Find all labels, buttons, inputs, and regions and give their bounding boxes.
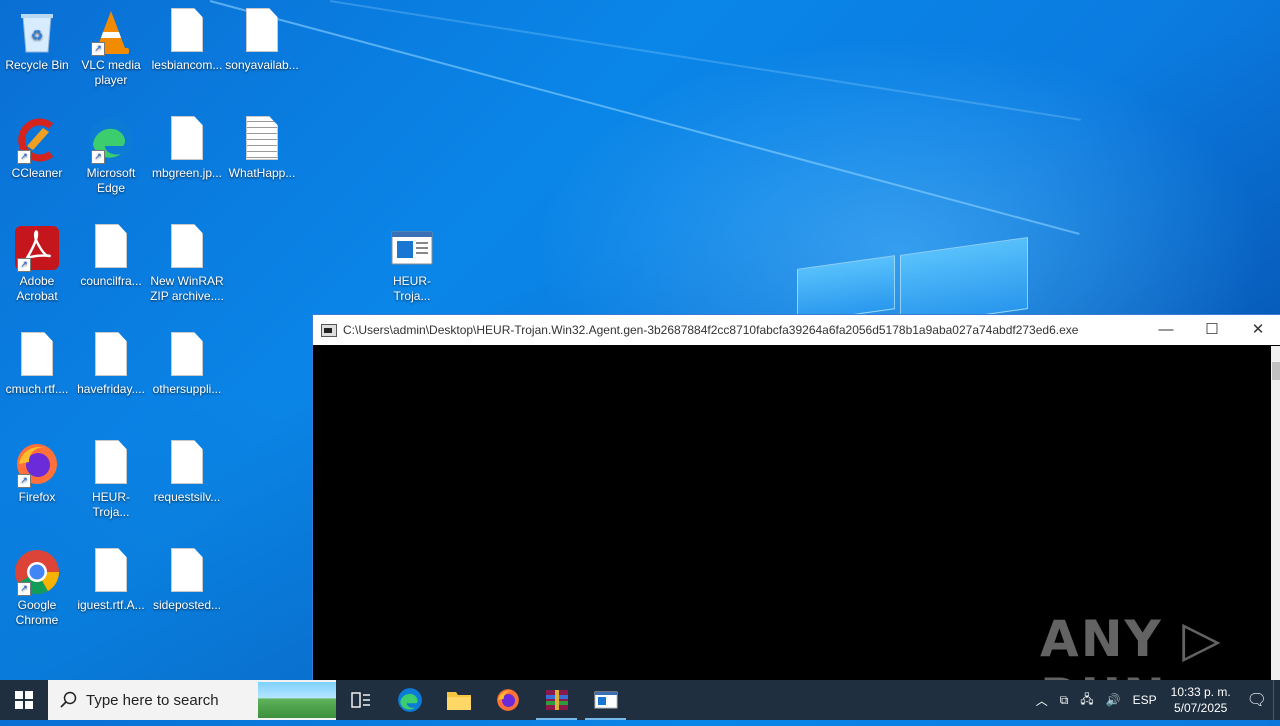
document-icon (13, 332, 61, 380)
search-placeholder: Type here to search (86, 691, 219, 709)
recycle-bin-icon: ♻ (13, 8, 61, 56)
scrollbar-thumb[interactable] (1272, 362, 1280, 380)
search-highlight-image (258, 682, 336, 718)
desktop-icon-file[interactable]: HEUR-Troja... (74, 438, 148, 520)
clock-date: 5/07/2025 (1173, 701, 1228, 715)
desktop-icon-firefox[interactable]: ↗ Firefox (0, 438, 74, 505)
taskbar-firefox-button[interactable] (483, 680, 532, 720)
desktop-icon-file[interactable]: sonyavailab... (225, 6, 299, 73)
desktop-icon-vlc[interactable]: ↗ VLC media player (74, 6, 148, 88)
show-desktop-button[interactable] (1273, 680, 1280, 720)
console-app-icon (321, 323, 337, 337)
desktop-icon-file[interactable]: cmuch.rtf.... (0, 330, 74, 397)
vlc-cone-icon: ↗ (87, 8, 135, 56)
minimize-button[interactable]: — (1143, 315, 1189, 345)
search-icon (60, 691, 77, 708)
application-window-icon (388, 224, 436, 272)
volume-icon[interactable]: 🔊 (1106, 693, 1121, 707)
document-icon (87, 548, 135, 596)
desktop-icon-file[interactable]: New WinRAR ZIP archive.... (150, 222, 224, 304)
desktop-icon-file[interactable]: requestsilv... (150, 438, 224, 505)
task-view-icon (350, 692, 370, 708)
document-icon (163, 332, 211, 380)
maximize-button[interactable]: ☐ (1189, 315, 1235, 345)
desktop-icon-adobe-acrobat[interactable]: ↗ Adobe Acrobat (0, 222, 74, 304)
desktop-icon-microsoft-edge[interactable]: ↗ Microsoft Edge (74, 114, 148, 196)
document-icon (163, 440, 211, 488)
folder-icon (446, 692, 471, 710)
desktop-icon-file[interactable]: mbgreen.jp... (150, 114, 224, 181)
winrar-icon (545, 690, 568, 710)
edge-icon (397, 688, 422, 712)
document-icon (163, 224, 211, 272)
text-document-icon (238, 116, 286, 164)
desktop-icon-executable[interactable]: HEUR-Troja... (375, 222, 449, 304)
edge-icon: ↗ (87, 116, 135, 164)
shortcut-arrow-icon: ↗ (17, 150, 31, 164)
application-window-icon (594, 691, 617, 709)
shortcut-arrow-icon: ↗ (17, 474, 31, 488)
taskbar-edge-button[interactable] (385, 680, 434, 720)
taskbar-console-button[interactable] (581, 680, 630, 720)
desktop-icon-file[interactable]: othersuppli... (150, 330, 224, 397)
network-icon[interactable]: 🖧 (1080, 690, 1093, 711)
taskbar-clock[interactable]: 10:33 p. m. 5/07/2025 (1171, 684, 1231, 716)
svg-text:♻: ♻ (31, 27, 44, 43)
document-icon (163, 116, 211, 164)
desktop-icon-recycle-bin[interactable]: ♻ Recycle Bin (0, 6, 74, 73)
start-button[interactable] (0, 680, 48, 720)
show-hidden-icons-chevron-icon[interactable]: ︿ (1036, 692, 1048, 709)
firefox-icon (496, 689, 519, 711)
document-icon (163, 8, 211, 56)
taskbar-file-explorer-button[interactable] (434, 680, 483, 720)
meet-now-icon[interactable]: ⧉ (1060, 693, 1069, 708)
document-icon (163, 548, 211, 596)
firefox-icon: ↗ (13, 440, 61, 488)
document-icon (87, 332, 135, 380)
task-view-button[interactable] (336, 680, 385, 720)
document-icon (87, 224, 135, 272)
desktop-icon-file[interactable]: havefriday.... (74, 330, 148, 397)
document-icon (238, 8, 286, 56)
taskbar: Type here to search ︿ ⧉ 🖧 🔊 ESP 10:33 p.… (0, 680, 1280, 720)
close-button[interactable]: ✕ (1235, 315, 1280, 345)
desktop-icon-file[interactable]: lesbiancom... (150, 6, 224, 73)
console-titlebar[interactable]: C:\Users\admin\Desktop\HEUR-Trojan.Win32… (313, 315, 1280, 345)
shortcut-arrow-icon: ↗ (91, 42, 105, 56)
desktop-icon-file[interactable]: sideposted... (150, 546, 224, 613)
desktop-icon-file[interactable]: councilfra... (74, 222, 148, 289)
taskbar-winrar-button[interactable] (532, 680, 581, 720)
clock-time: 10:33 p. m. (1170, 685, 1231, 699)
ccleaner-icon: ↗ (13, 116, 61, 164)
desktop-icon-file[interactable]: WhatHapp... (225, 114, 299, 181)
desktop-icon-file[interactable]: iguest.rtf.A... (74, 546, 148, 613)
shortcut-arrow-icon: ↗ (91, 150, 105, 164)
shortcut-arrow-icon: ↗ (17, 582, 31, 596)
desktop-icon-google-chrome[interactable]: ↗ Google Chrome (0, 546, 74, 628)
taskbar-search-box[interactable]: Type here to search (48, 680, 336, 720)
shortcut-arrow-icon: ↗ (17, 258, 31, 272)
console-title: C:\Users\admin\Desktop\HEUR-Trojan.Win32… (343, 323, 1079, 337)
chrome-icon: ↗ (13, 548, 61, 596)
system-tray: ︿ ⧉ 🖧 🔊 ESP 10:33 p. m. 5/07/2025 🗨 (1030, 680, 1280, 720)
desktop-icon-ccleaner[interactable]: ↗ CCleaner (0, 114, 74, 181)
windows-logo-icon (15, 691, 33, 709)
document-icon (87, 440, 135, 488)
notifications-icon[interactable]: 🗨 (1247, 690, 1267, 710)
language-indicator[interactable]: ESP (1133, 693, 1157, 707)
adobe-acrobat-icon: ↗ (13, 224, 61, 272)
